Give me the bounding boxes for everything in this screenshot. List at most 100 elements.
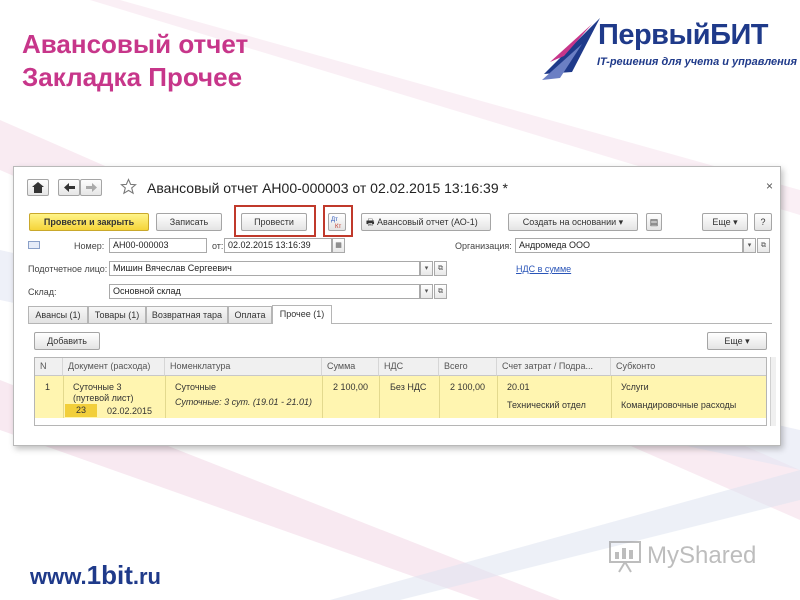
watermark-text: MyShared bbox=[647, 542, 757, 569]
table-more-button[interactable]: Еще ▾ bbox=[707, 332, 767, 350]
forward-button[interactable] bbox=[80, 179, 102, 196]
warehouse-label: Склад: bbox=[28, 287, 57, 297]
more-button[interactable]: Еще ▾ bbox=[702, 213, 748, 231]
tab-advances[interactable]: Авансы (1) bbox=[28, 306, 88, 323]
accountable-person-field[interactable]: Мишин Вячеслав Сергеевич bbox=[109, 261, 420, 276]
document-title: Авансовый отчет АН00-000003 от 02.02.201… bbox=[147, 180, 508, 196]
chevron-down-icon: ▾ bbox=[733, 217, 738, 227]
column-divider bbox=[611, 376, 612, 418]
add-button[interactable]: Добавить bbox=[34, 332, 100, 350]
open-link-icon[interactable]: ⧉ bbox=[434, 284, 447, 299]
tab-divider bbox=[28, 323, 772, 324]
cell-doc-number[interactable]: 23 bbox=[65, 404, 97, 417]
footer-url-suffix: .ru bbox=[132, 564, 161, 589]
back-button[interactable] bbox=[58, 179, 80, 196]
arrow-right-icon bbox=[85, 183, 97, 192]
column-divider bbox=[322, 376, 323, 418]
other-expenses-table: N Документ (расхода) Номенклатура Сумма … bbox=[34, 357, 767, 426]
warehouse-field[interactable]: Основной склад bbox=[109, 284, 420, 299]
column-header-vat[interactable]: НДС bbox=[379, 358, 439, 376]
column-divider bbox=[497, 376, 498, 418]
create-based-on-button[interactable]: Создать на основании ▾ bbox=[508, 213, 638, 231]
more-label: Еще bbox=[712, 217, 731, 227]
home-icon bbox=[32, 182, 44, 193]
watermark: MyShared bbox=[607, 536, 777, 576]
chevron-down-icon: ▾ bbox=[745, 336, 750, 346]
column-divider bbox=[165, 376, 166, 418]
cell-nomenclature: Суточные bbox=[175, 382, 216, 392]
column-header-sum[interactable]: Сумма bbox=[322, 358, 379, 376]
printer-icon: 🖶 bbox=[366, 217, 375, 227]
print-report-button[interactable]: 🖶 Авансовый отчет (АО-1) bbox=[361, 213, 491, 231]
dropdown-icon[interactable]: ▾ bbox=[743, 238, 756, 253]
save-button[interactable]: Записать bbox=[156, 213, 222, 231]
footer-url[interactable]: www.1bit.ru bbox=[30, 560, 161, 591]
number-label: Номер: bbox=[74, 241, 105, 251]
table-more-label: Еще bbox=[724, 336, 743, 346]
slide-title-line1: Авансовый отчет bbox=[22, 29, 249, 59]
column-header-account[interactable]: Счет затрат / Подра... bbox=[497, 358, 611, 376]
column-header-n[interactable]: N bbox=[35, 358, 63, 376]
column-header-subconto[interactable]: Субконто bbox=[611, 358, 766, 376]
close-icon[interactable]: × bbox=[766, 179, 773, 193]
cell-document: Суточные 3 bbox=[73, 382, 122, 392]
accountable-person-label: Подотчетное лицо: bbox=[28, 264, 108, 274]
cell-document-note: (путевой лист) bbox=[73, 393, 134, 403]
report-button[interactable]: ▤ bbox=[646, 213, 662, 231]
organization-field[interactable]: Андромеда ООО bbox=[515, 238, 743, 253]
document-icon: ▤ bbox=[649, 217, 659, 227]
open-link-icon[interactable]: ⧉ bbox=[434, 261, 447, 276]
create-based-on-label: Создать на основании bbox=[522, 217, 617, 227]
table-row[interactable]: 1 Суточные 3 (путевой лист) 23 02.02.201… bbox=[35, 376, 766, 418]
tab-payment[interactable]: Оплата bbox=[228, 306, 272, 323]
comment-icon[interactable] bbox=[28, 241, 40, 249]
cell-nomenclature-detail: Суточные: 3 сут. (19.01 - 21.01) bbox=[175, 397, 312, 407]
number-field[interactable]: АН00-000003 bbox=[109, 238, 207, 253]
cell-subconto1: Услуги bbox=[621, 382, 649, 392]
cell-n: 1 bbox=[45, 382, 51, 392]
column-header-total[interactable]: Всего bbox=[439, 358, 497, 376]
dropdown-icon[interactable]: ▾ bbox=[420, 284, 433, 299]
cell-doc-date: 02.02.2015 bbox=[107, 406, 153, 416]
presentation-board-icon bbox=[609, 541, 641, 573]
cell-vat: Без НДС bbox=[390, 382, 427, 392]
column-divider bbox=[63, 376, 64, 418]
cell-sum: 2 100,00 bbox=[333, 382, 369, 392]
date-label: от: bbox=[212, 241, 224, 251]
cell-account: 20.01 bbox=[507, 382, 530, 392]
column-header-document[interactable]: Документ (расхода) bbox=[63, 358, 165, 376]
star-icon[interactable] bbox=[120, 178, 137, 195]
arrow-left-icon bbox=[63, 183, 75, 192]
slide-title-line2: Закладка Прочее bbox=[22, 62, 243, 92]
logo-name: ПервыйБИТ bbox=[598, 19, 769, 51]
column-divider bbox=[379, 376, 380, 418]
footer-url-big: 1bit bbox=[86, 560, 133, 590]
column-divider bbox=[439, 376, 440, 418]
column-header-nomenclature[interactable]: Номенклатура bbox=[165, 358, 322, 376]
brand-logo: ПервыйБИТ IT-решения для учета и управле… bbox=[542, 14, 797, 84]
home-button[interactable] bbox=[27, 179, 49, 196]
table-scrollbar[interactable] bbox=[770, 357, 776, 426]
organization-label: Организация: bbox=[455, 241, 512, 251]
tab-returnable-containers[interactable]: Возвратная тара bbox=[146, 306, 228, 323]
annotation-box-movements bbox=[323, 205, 353, 237]
open-link-icon[interactable]: ⧉ bbox=[757, 238, 770, 253]
help-button[interactable]: ? bbox=[754, 213, 772, 231]
slide-title: Авансовый отчет Закладка Прочее bbox=[22, 28, 248, 94]
tab-goods[interactable]: Товары (1) bbox=[88, 306, 146, 323]
tab-other[interactable]: Прочее (1) bbox=[272, 305, 332, 324]
dropdown-icon[interactable]: ▾ bbox=[420, 261, 433, 276]
date-field[interactable]: 02.02.2015 13:16:39 bbox=[224, 238, 332, 253]
print-report-label: Авансовый отчет (АО-1) bbox=[377, 217, 478, 227]
footer-url-prefix: www. bbox=[30, 564, 87, 589]
cell-department: Технический отдел bbox=[507, 400, 586, 410]
vat-included-link[interactable]: НДС в сумме bbox=[516, 264, 571, 274]
logo-tagline: IT-решения для учета и управления bbox=[597, 56, 797, 68]
chevron-down-icon: ▾ bbox=[618, 217, 624, 227]
document-window: Авансовый отчет АН00-000003 от 02.02.201… bbox=[13, 166, 781, 446]
annotation-box-post bbox=[234, 205, 316, 237]
post-and-close-button[interactable]: Провести и закрыть bbox=[29, 213, 149, 231]
cell-subconto2: Командировочные расходы bbox=[621, 400, 737, 410]
calendar-icon[interactable]: ▦ bbox=[332, 238, 345, 253]
cell-total: 2 100,00 bbox=[450, 382, 486, 392]
